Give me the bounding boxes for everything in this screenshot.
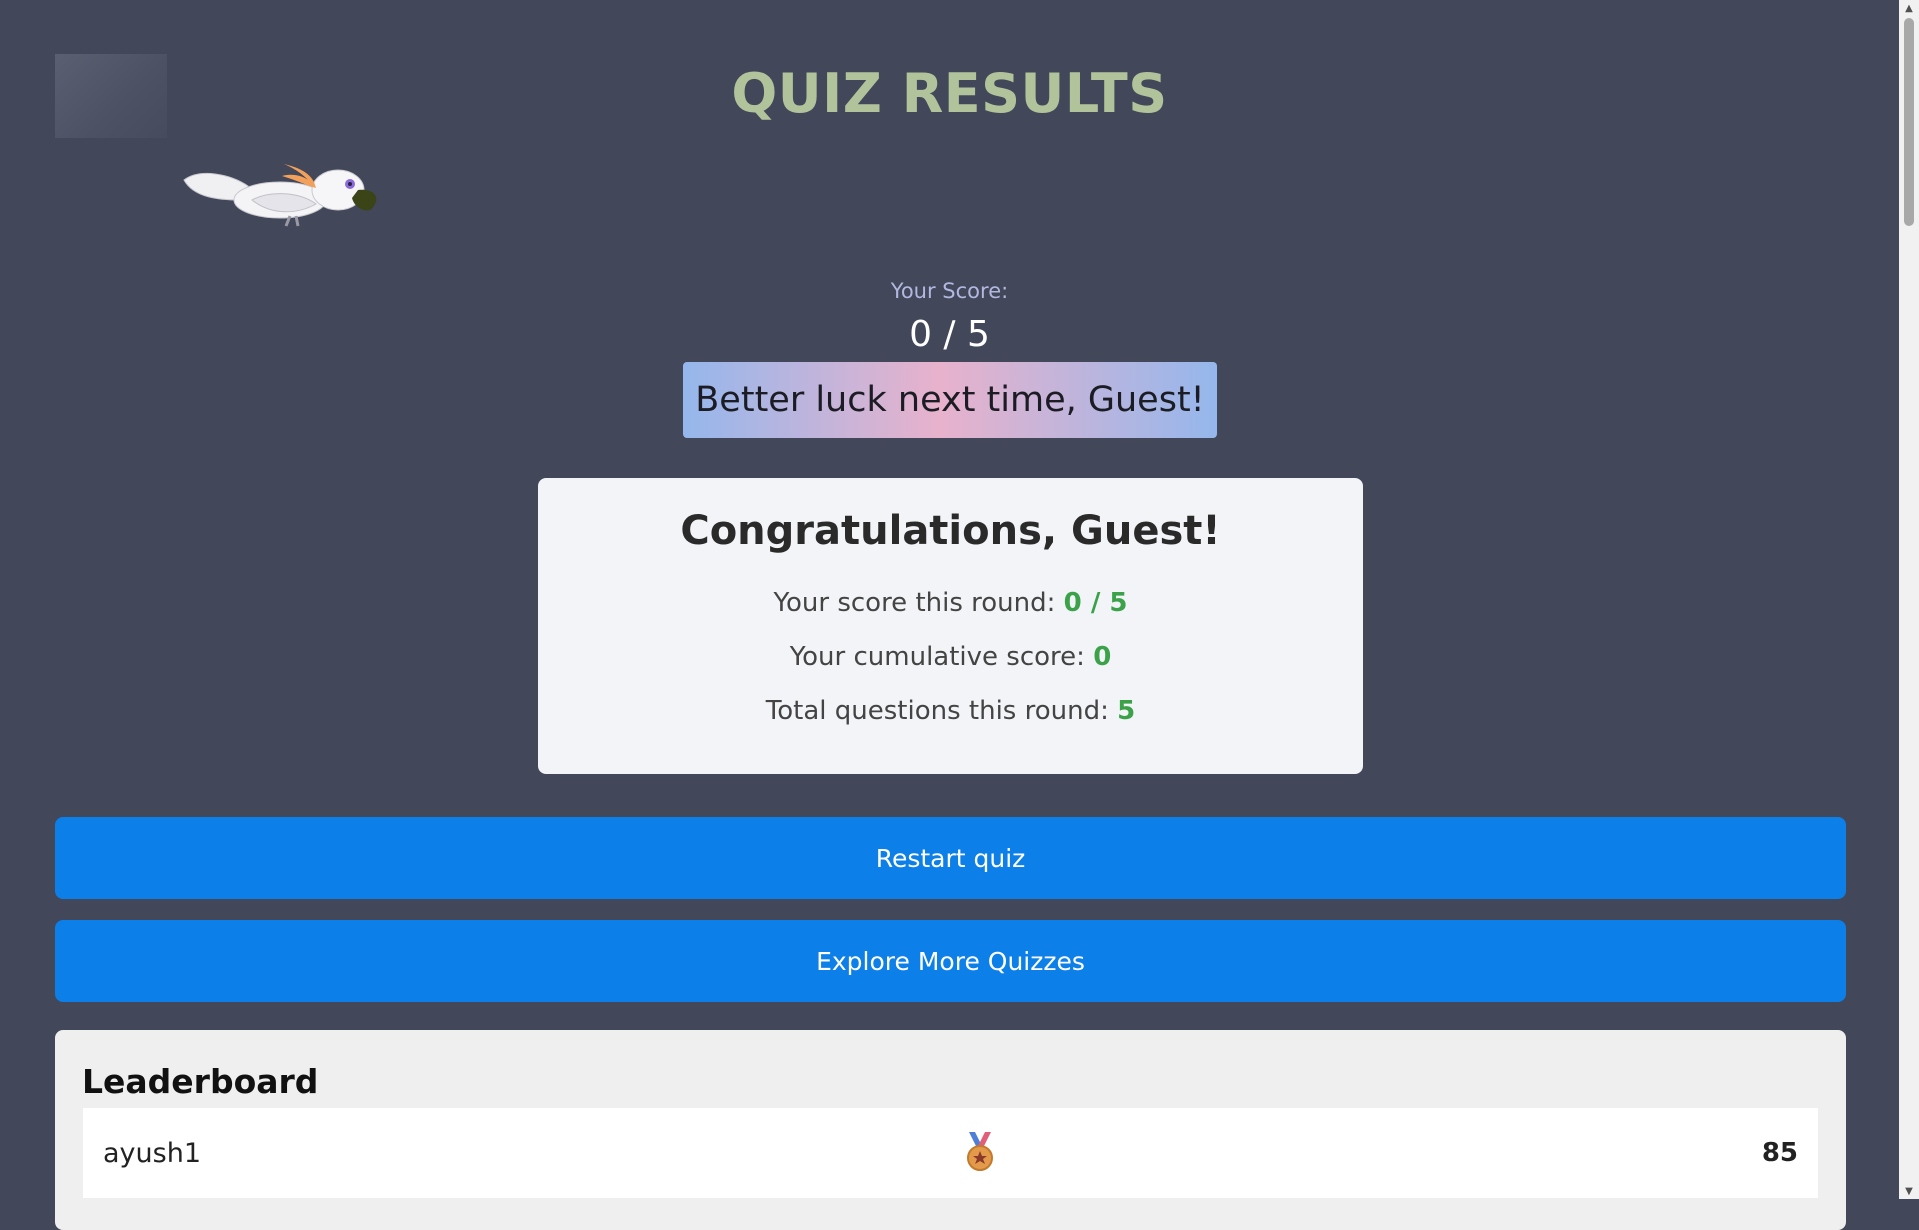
summary-title: Congratulations, Guest!	[680, 508, 1221, 554]
cockatoo-icon	[183, 164, 377, 227]
total-questions-label: Total questions this round:	[765, 696, 1118, 726]
summary-card: Congratulations, Guest! Your score this …	[538, 478, 1363, 774]
leaderboard-title: Leaderboard	[82, 1062, 319, 1101]
scrollbar-thumb[interactable]	[1904, 18, 1914, 226]
scroll-down-arrow-icon[interactable]: ▼	[1899, 1183, 1919, 1199]
cumulative-score-value: 0	[1093, 642, 1112, 672]
leaderboard-score: 85	[1761, 1138, 1798, 1168]
score-label: Your Score:	[890, 279, 1009, 303]
leaderboard: Leaderboard ayush1 85	[55, 1030, 1846, 1230]
total-questions-value: 5	[1117, 696, 1136, 726]
explore-quizzes-button[interactable]: Explore More Quizzes	[55, 920, 1846, 1002]
score-value: 0 / 5	[909, 314, 990, 355]
vertical-scrollbar[interactable]: ▲ ▼	[1899, 0, 1919, 1199]
scroll-up-arrow-icon[interactable]: ▲	[1899, 0, 1919, 16]
total-questions-line: Total questions this round: 5	[538, 696, 1363, 726]
round-score-label: Your score this round:	[773, 588, 1064, 618]
cumulative-score-label: Your cumulative score:	[789, 642, 1094, 672]
leaderboard-row: ayush1 85	[83, 1108, 1818, 1198]
round-score-value: 0 / 5	[1063, 588, 1128, 618]
medal-icon	[967, 1132, 993, 1171]
round-score-line: Your score this round: 0 / 5	[538, 588, 1363, 618]
restart-quiz-button[interactable]: Restart quiz	[55, 817, 1846, 899]
leaderboard-name: ayush1	[103, 1138, 201, 1169]
result-message: Better luck next time, Guest!	[683, 362, 1217, 438]
results-page: QUIZ RESULTS Your Score: 0 / 5 Better lu…	[0, 0, 1899, 1230]
page-title: QUIZ RESULTS	[731, 62, 1168, 125]
cumulative-score-line: Your cumulative score: 0	[538, 642, 1363, 672]
